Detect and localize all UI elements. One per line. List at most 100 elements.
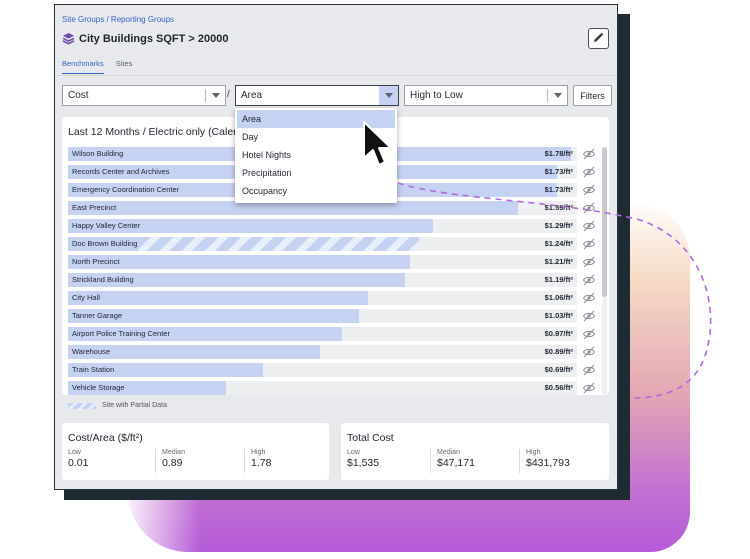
- eye-off-icon[interactable]: [582, 237, 596, 251]
- chevron-down-icon: [554, 93, 562, 98]
- mouse-pointer-icon: [363, 121, 392, 166]
- bar-label: Vehicle Storage: [72, 383, 125, 392]
- bar-label: North Precinct: [72, 257, 120, 266]
- chart-row: Strickland Building $1.19/ft²: [68, 273, 596, 287]
- scrollbar-thumb[interactable]: [602, 147, 607, 297]
- stat-value: $1,535: [347, 457, 380, 469]
- bar-label: Warehouse: [72, 347, 111, 356]
- chevron-down-icon: [212, 93, 220, 98]
- sort-select-value: High to Low: [410, 90, 463, 101]
- eye-off-icon[interactable]: [582, 363, 596, 377]
- stat-value: 1.78: [251, 457, 272, 469]
- stat-value: $431,793: [526, 457, 570, 469]
- pencil-icon: [593, 30, 604, 48]
- bar-value-label: $1.06/ft²: [544, 293, 573, 302]
- eye-off-icon[interactable]: [582, 255, 596, 269]
- chart-row: East Precinct $1.59/ft²: [68, 201, 596, 215]
- stat-label: Low: [347, 449, 360, 456]
- cost-area-low: Low 0.01: [62, 449, 150, 473]
- stat-label: High: [251, 449, 266, 456]
- edit-button[interactable]: [588, 28, 609, 49]
- eye-off-icon[interactable]: [582, 147, 596, 161]
- chart-row: Airport Police Training Center $0.97/ft²: [68, 327, 596, 341]
- chart-row: Tanner Garage $1.03/ft²: [68, 309, 596, 323]
- total-cost-card: Total Cost Low $1,535 Median $47,171 Hig…: [341, 423, 609, 480]
- eye-off-icon[interactable]: [582, 291, 596, 305]
- total-cost-median: Median $47,171: [430, 449, 518, 473]
- bar-label: Wilson Building: [72, 149, 124, 158]
- stat-value: 0.01: [68, 457, 89, 469]
- partial-data-swatch: [68, 402, 96, 409]
- bar-value-label: $1.59/ft²: [544, 203, 573, 212]
- bar-value-label: $1.73/ft²: [544, 185, 573, 194]
- bar-value-label: $1.21/ft²: [544, 257, 573, 266]
- bar-value-label: $1.73/ft²: [544, 167, 573, 176]
- stat-label: High: [526, 449, 541, 456]
- stat-value: $47,171: [437, 457, 475, 469]
- divider-slash: /: [227, 89, 230, 100]
- bar-label: Emergency Coordination Center: [72, 185, 180, 194]
- eye-off-icon[interactable]: [582, 201, 596, 215]
- bar-value-label: $0.69/ft²: [544, 365, 573, 374]
- cost-area-title: Cost/Area ($/ft²): [68, 432, 143, 444]
- chart-row: City Hall $1.06/ft²: [68, 291, 596, 305]
- bar-label: City Hall: [72, 293, 100, 302]
- bar-value-label: $1.19/ft²: [544, 275, 573, 284]
- bar-label: Tanner Garage: [72, 311, 123, 320]
- metric-select[interactable]: Cost: [62, 85, 226, 106]
- dropdown-option-occupancy[interactable]: Occupancy: [237, 182, 395, 200]
- cost-area-card: Cost/Area ($/ft²) Low 0.01 Median 0.89 H…: [62, 423, 329, 480]
- chart-row: Train Station $0.69/ft²: [68, 363, 596, 377]
- tab-sites[interactable]: Sites: [116, 59, 133, 74]
- bar-value-label: $1.24/ft²: [544, 239, 573, 248]
- tab-benchmarks[interactable]: Benchmarks: [62, 59, 104, 74]
- app-window: Site Groups / Reporting Groups City Buil…: [54, 4, 618, 490]
- eye-off-icon[interactable]: [582, 309, 596, 323]
- eye-off-icon[interactable]: [582, 183, 596, 197]
- bar-partial-data[interactable]: [138, 237, 419, 251]
- sort-select[interactable]: High to Low: [404, 85, 568, 106]
- stat-label: Median: [162, 449, 185, 456]
- chart-title: Last 12 Months / Electric only (Calen: [68, 126, 239, 138]
- cost-area-median: Median 0.89: [155, 449, 243, 473]
- bar[interactable]: [68, 291, 368, 305]
- stat-value: 0.89: [162, 457, 183, 469]
- normalize-select-value: Area: [241, 90, 263, 101]
- eye-off-icon[interactable]: [582, 165, 596, 179]
- normalize-select[interactable]: Area: [235, 85, 399, 106]
- eye-off-icon[interactable]: [582, 327, 596, 341]
- bar-label: Records Center and Archives: [72, 167, 170, 176]
- stat-label: Low: [68, 449, 81, 456]
- cost-area-high: High 1.78: [244, 449, 332, 473]
- breadcrumb[interactable]: Site Groups / Reporting Groups: [62, 15, 174, 24]
- page-title: City Buildings SQFT > 20000: [79, 32, 229, 45]
- bar-label: Train Station: [72, 365, 115, 374]
- total-cost-title: Total Cost: [347, 432, 394, 444]
- bar-label: Happy Valley Center: [72, 221, 141, 230]
- chart-row: North Precinct $1.21/ft²: [68, 255, 596, 269]
- bar-value-label: $1.29/ft²: [544, 221, 573, 230]
- bar-value-label: $0.56/ft²: [544, 383, 573, 392]
- title-row: City Buildings SQFT > 20000: [62, 32, 228, 45]
- bar-label: Airport Police Training Center: [72, 329, 170, 338]
- metric-select-value: Cost: [68, 90, 89, 101]
- bar-label: East Precinct: [72, 203, 117, 212]
- bar[interactable]: [68, 201, 518, 215]
- eye-off-icon[interactable]: [582, 219, 596, 233]
- bar-value-label: $1.03/ft²: [544, 311, 573, 320]
- filters-button[interactable]: Filters: [573, 85, 612, 106]
- eye-off-icon[interactable]: [582, 345, 596, 359]
- tab-bar: Benchmarks Sites: [62, 59, 144, 74]
- total-cost-high: High $431,793: [519, 449, 607, 473]
- eye-off-icon[interactable]: [582, 381, 596, 395]
- chart-row: Doc Brown Building $1.24/ft²: [68, 237, 596, 251]
- tab-divider: [55, 75, 617, 76]
- eye-off-icon[interactable]: [582, 273, 596, 287]
- bar-value-label: $0.89/ft²: [544, 347, 573, 356]
- chevron-down-icon: [385, 93, 393, 98]
- chart-row: Warehouse $0.89/ft²: [68, 345, 596, 359]
- bar-label: Strickland Building: [72, 275, 134, 284]
- chart-legend: Site with Partial Data: [68, 402, 167, 409]
- bar-label: Doc Brown Building: [72, 239, 138, 248]
- chart-row: Vehicle Storage $0.56/ft²: [68, 381, 596, 395]
